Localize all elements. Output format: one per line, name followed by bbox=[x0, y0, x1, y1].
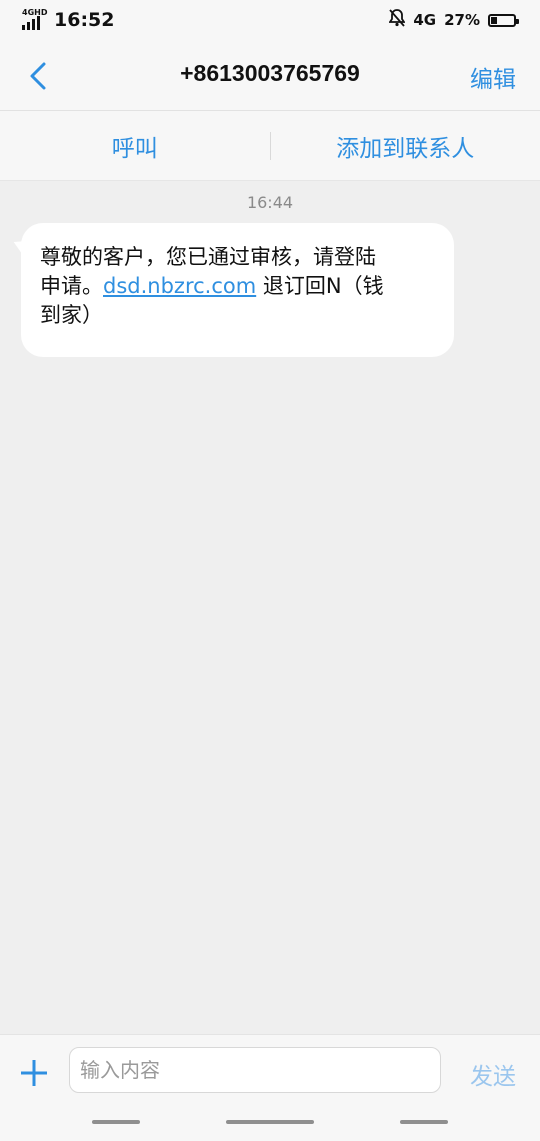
message-timestamp: 16:44 bbox=[0, 193, 540, 212]
status-bar: 4GHD 16:52 4G 27% bbox=[0, 0, 540, 42]
message-line-3: 到家） bbox=[40, 301, 436, 330]
message-line-1: 尊敬的客户，您已通过审核，请登陆 bbox=[40, 243, 436, 272]
add-contact-button[interactable]: 添加到联系人 bbox=[271, 129, 540, 163]
message-line-2: 申请。dsd.nbzrc.com 退订回N（钱 bbox=[40, 272, 436, 301]
chevron-left-icon bbox=[28, 61, 48, 91]
nav-back-handle[interactable] bbox=[92, 1120, 140, 1124]
network-type: 4G bbox=[413, 11, 436, 29]
action-bar: 呼叫 添加到联系人 bbox=[0, 111, 540, 181]
status-right: 4G 27% bbox=[389, 9, 516, 31]
conversation-header: +8613003765769 编辑 bbox=[0, 42, 540, 111]
nav-home-handle[interactable] bbox=[226, 1120, 314, 1124]
contact-number-title: +8613003765769 bbox=[100, 60, 440, 87]
message-bubble[interactable]: 尊敬的客户，您已通过审核，请登陆 申请。dsd.nbzrc.com 退订回N（钱… bbox=[21, 223, 454, 357]
message-text: 退订回N（钱 bbox=[256, 274, 383, 298]
status-left: 4GHD 16:52 bbox=[22, 9, 114, 31]
call-button[interactable]: 呼叫 bbox=[0, 129, 270, 163]
status-time: 16:52 bbox=[54, 9, 114, 31]
mute-icon bbox=[389, 9, 405, 31]
system-nav-bar bbox=[0, 1086, 540, 1126]
plus-icon bbox=[18, 1057, 50, 1089]
nav-recents-handle[interactable] bbox=[400, 1120, 448, 1124]
message-text: 申请。 bbox=[40, 274, 103, 298]
attach-button[interactable] bbox=[18, 1057, 50, 1089]
battery-percent: 27% bbox=[444, 11, 480, 29]
battery-icon bbox=[488, 14, 516, 27]
edit-button[interactable]: 编辑 bbox=[470, 60, 516, 94]
signal-icon: 4GHD bbox=[22, 10, 48, 30]
back-button[interactable] bbox=[18, 56, 58, 96]
message-link[interactable]: dsd.nbzrc.com bbox=[103, 274, 256, 298]
